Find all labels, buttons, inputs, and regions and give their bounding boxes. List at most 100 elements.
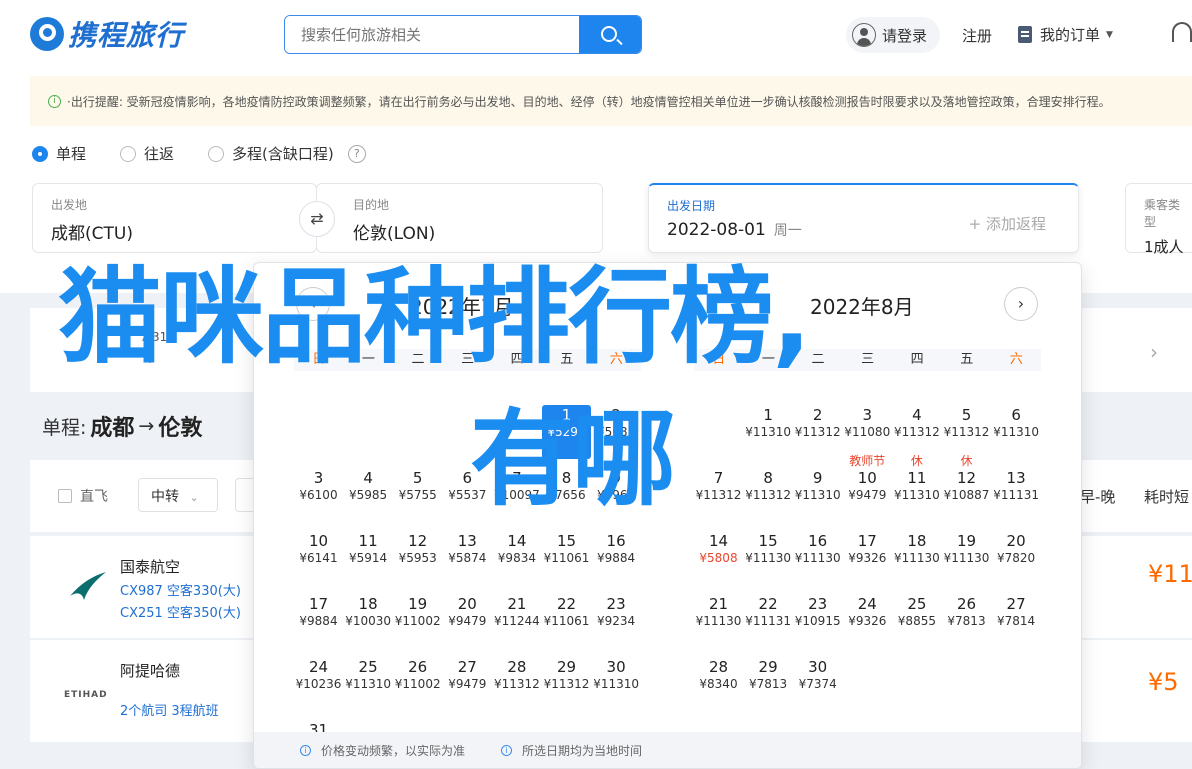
swap-cities-button[interactable]: ⇄ [299,201,335,237]
calendar-day[interactable]: 4 ¥5985 [344,468,393,522]
calendar-day[interactable]: 14 ¥5808 [694,531,743,585]
weekday-label: 六 [1009,352,1023,367]
customer-service-icon[interactable] [1172,22,1192,42]
date-value: 2022-08-01 [667,220,766,240]
calendar-day[interactable]: 休 12 ¥10887 [942,454,991,522]
calendar-day[interactable]: 16 ¥11130 [793,531,842,585]
passenger-type-field[interactable]: 乘客类型 1成人 [1125,183,1192,256]
calendar-day[interactable]: 19 ¥11130 [942,531,991,585]
add-return-button[interactable]: + 添加返程 [969,213,1046,234]
calendar-day[interactable]: 15 ¥11130 [744,531,793,585]
day-number: 20 [457,595,477,613]
day-number: 19 [408,595,428,613]
departure-date-field[interactable]: 出发日期 2022-08-01 周一 + 添加返程 [648,183,1079,253]
flight-price: ¥11 [1148,560,1192,588]
flight-route-info[interactable]: 2个航司 3程航班 [120,700,219,719]
sort-duration[interactable]: 耗时短 [1144,486,1189,507]
calendar-day[interactable]: 22 ¥11131 [744,594,793,648]
calendar-day[interactable]: 13 ¥11131 [992,468,1041,522]
calendar-day[interactable]: 8 ¥11312 [744,468,793,522]
day-number: 19 [956,532,977,550]
day-price: ¥9884 [299,614,338,628]
day-price: ¥9326 [848,614,887,628]
calendar-day[interactable]: 12 ¥5953 [393,531,442,585]
calendar-day[interactable]: 17 ¥9884 [294,594,343,648]
flight-number[interactable]: CX987 空客330(大) [120,580,241,599]
calendar-day[interactable]: 24 ¥9326 [843,594,892,648]
calendar-day[interactable]: 27 ¥9479 [443,657,492,711]
departure-city-field[interactable]: 出发地 成都(CTU) [32,183,317,253]
calendar-day[interactable]: 20 ¥7820 [992,531,1041,585]
trip-type-multi-city[interactable]: 多程(含缺口程) [208,143,334,164]
calendar-day[interactable]: 24 ¥10236 [294,657,343,711]
calendar-day[interactable]: 21 ¥11244 [492,594,541,648]
search-input[interactable] [285,16,579,53]
calendar-day[interactable]: 28 ¥11312 [492,657,541,711]
calendar-day[interactable]: 10 ¥6141 [294,531,343,585]
calendar-day[interactable]: 3 ¥6100 [294,468,343,522]
sort-early-late[interactable]: 早-晚 [1080,486,1115,507]
calendar-day[interactable]: 14 ¥9834 [492,531,541,585]
calendar-day[interactable]: 9 ¥11310 [793,468,842,522]
calendar-day[interactable]: 18 ¥11130 [892,531,941,585]
calendar-day[interactable]: 26 ¥7813 [942,594,991,648]
day-price: ¥9479 [448,677,487,691]
calendar-day[interactable]: 30 ¥11310 [592,657,641,711]
right-month-title: 2022年8月 [810,295,914,319]
calendar-day[interactable]: 29 ¥11312 [542,657,591,711]
chevron-right-icon[interactable]: › [1150,340,1158,364]
calendar-day[interactable]: 7 ¥11312 [694,468,743,522]
search-button[interactable] [579,16,641,53]
trip-type-round-trip[interactable]: 往返 [120,143,174,164]
ctrip-logo[interactable]: 携程旅行 [30,14,184,54]
calendar-day[interactable]: 11 ¥5914 [344,531,393,585]
my-orders-menu[interactable]: 我的订单 ▼ [1018,24,1113,45]
calendar-day[interactable]: 25 ¥11310 [344,657,393,711]
calendar-day[interactable]: 13 ¥5874 [443,531,492,585]
calendar-day[interactable]: 25 ¥8855 [892,594,941,648]
calendar-day[interactable]: 27 ¥7814 [992,594,1041,648]
day-price: ¥9326 [848,551,887,565]
day-price: ¥11312 [493,677,540,691]
calendar-day[interactable]: 4 ¥11312 [892,405,941,459]
calendar-day[interactable]: 教师节 10 ¥9479 [843,454,892,522]
calendar-day[interactable]: 23 ¥10915 [793,594,842,648]
calendar-day[interactable]: 28 ¥8340 [694,657,743,711]
calendar-day[interactable]: 29 ¥7813 [744,657,793,711]
calendar-day[interactable]: 6 ¥11310 [992,405,1041,459]
calendar-day[interactable]: 5 ¥11312 [942,405,991,459]
day-number: 13 [457,532,477,550]
login-button[interactable]: 请登录 [846,17,940,53]
trip-type-label: 往返 [144,145,175,163]
calendar-day[interactable]: 20 ¥9479 [443,594,492,648]
trip-type-one-way[interactable]: 单程 [32,143,86,164]
calendar-day[interactable]: 22 ¥11061 [542,594,591,648]
calendar-day[interactable]: 1 ¥11310 [744,405,793,459]
transfer-filter-select[interactable]: 中转 ⌄ [138,478,218,512]
flight-number[interactable]: CX251 空客350(大) [120,602,241,621]
arrow-icon: → [138,415,155,437]
day-number: 6 [1011,406,1021,424]
calendar-day[interactable]: 30 ¥7374 [793,657,842,711]
calendar-day[interactable]: 5 ¥5755 [393,468,442,522]
checkbox-label: 直飞 [80,489,108,505]
calendar-day[interactable]: 21 ¥11130 [694,594,743,648]
calendar-day[interactable]: 19 ¥11002 [393,594,442,648]
chevron-down-icon: ⌄ [189,491,199,504]
help-icon[interactable]: ? [347,144,366,163]
register-link[interactable]: 注册 [962,25,992,46]
calendar-day[interactable]: 26 ¥11002 [393,657,442,711]
next-month-button[interactable]: › [1004,287,1038,321]
calendar-day[interactable]: 17 ¥9326 [843,531,892,585]
orders-label: 我的订单 [1040,26,1101,44]
field-value: 1成人 [1144,238,1184,256]
calendar-day[interactable]: 18 ¥10030 [344,594,393,648]
calendar-day[interactable]: 15 ¥11061 [542,531,591,585]
calendar-day[interactable]: 3 ¥11080 [843,405,892,459]
destination-city-field[interactable]: 目的地 伦敦(LON) [316,183,603,253]
calendar-day[interactable]: 16 ¥9884 [592,531,641,585]
calendar-day[interactable]: 休 11 ¥11310 [892,454,941,522]
calendar-day[interactable]: 2 ¥11312 [793,405,842,459]
direct-only-checkbox[interactable]: 直飞 [58,486,108,506]
calendar-day[interactable]: 23 ¥9234 [592,594,641,648]
